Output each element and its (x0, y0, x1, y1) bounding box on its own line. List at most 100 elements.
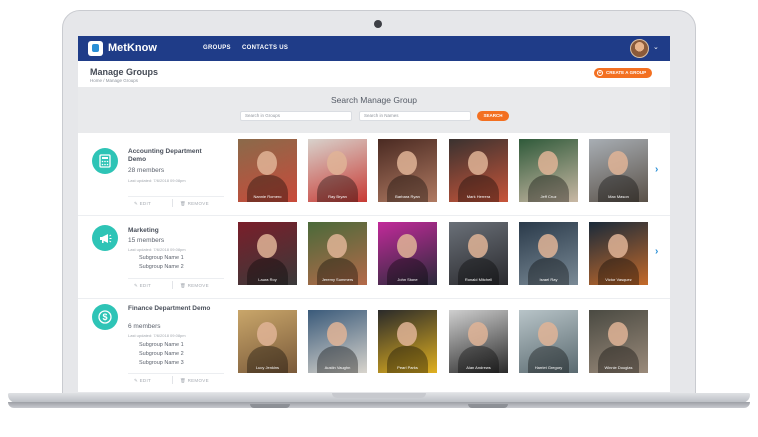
member-name: Laura Roy (258, 277, 277, 282)
remove-button[interactable]: 🗑 REMOVE (180, 283, 209, 289)
person-silhouette (327, 234, 347, 258)
member-name: Pearl Parks (397, 365, 418, 370)
subgroup-item[interactable]: Subgroup Name 3 (139, 359, 184, 368)
person-silhouette (327, 322, 347, 346)
person-silhouette (397, 151, 417, 175)
edit-label: EDIT (139, 378, 152, 383)
last-updated: Last updated: 7/6/2018 09:08pm (128, 333, 186, 338)
member-photo-card[interactable]: Mark Herrera (449, 139, 508, 202)
person-silhouette (327, 151, 347, 175)
person-silhouette (538, 151, 558, 175)
laptop-notch (332, 393, 426, 398)
member-photo-card[interactable]: Ray Bryan (308, 139, 367, 202)
group-name[interactable]: Accounting Department Demo (128, 148, 220, 164)
member-photo-card[interactable]: Alan Andrews (449, 310, 508, 373)
remove-button[interactable]: 🗑 REMOVE (180, 378, 209, 384)
edit-button[interactable]: ✎ EDIT (134, 283, 151, 289)
person-silhouette (468, 322, 488, 346)
person-silhouette (468, 234, 488, 258)
member-name: Alan Andrews (466, 365, 491, 370)
subgroup-item[interactable]: Subgroup Name 1 (139, 341, 184, 350)
search-button[interactable]: SEARCH (477, 111, 509, 121)
subgroup-item[interactable]: Subgroup Name 1 (139, 254, 184, 263)
member-photo-card[interactable]: Austin Vaughn (308, 310, 367, 373)
remove-button[interactable]: 🗑 REMOVE (180, 201, 209, 207)
brand-name[interactable]: MetKnow (108, 42, 157, 54)
app-screen: MetKnow GROUPS CONTACTS US ⌄ Manage Grou… (78, 36, 670, 392)
member-photo-card[interactable]: Winnie Douglas (589, 310, 648, 373)
member-photo-card[interactable]: Barbara Ryan (378, 139, 437, 202)
member-name: Austin Vaughn (324, 365, 351, 370)
calculator-icon (92, 148, 118, 174)
edit-button[interactable]: ✎ EDIT (134, 378, 151, 384)
divider (78, 215, 670, 216)
member-photo-card[interactable]: Laura Roy (238, 222, 297, 285)
laptop-foot (250, 404, 290, 408)
member-count: 15 members (128, 237, 165, 244)
search-groups-input[interactable]: Search in Groups (240, 111, 352, 121)
last-updated: Last updated: 7/6/2018 09:08pm (128, 247, 186, 252)
remove-label: REMOVE (187, 378, 209, 383)
search-names-input[interactable]: Search in Names (359, 111, 471, 121)
member-photo-card[interactable]: Lucy Jenkins (238, 310, 297, 373)
person-silhouette (397, 234, 417, 258)
divider (172, 376, 173, 384)
create-group-label: CREATE A GROUP (606, 70, 647, 75)
subgroup-item[interactable]: Subgroup Name 2 (139, 263, 184, 272)
chevron-right-icon[interactable]: › (655, 246, 658, 257)
search-title: Search Manage Group (331, 95, 417, 105)
member-photo-card[interactable]: Nannie Romero (238, 139, 297, 202)
member-photo-card[interactable]: Pearl Parks (378, 310, 437, 373)
member-photo-card[interactable]: Jeff Cruz (519, 139, 578, 202)
webcam (374, 20, 382, 28)
member-photo-card[interactable]: Jeremy Summers (308, 222, 367, 285)
top-navbar: MetKnow GROUPS CONTACTS US ⌄ (78, 36, 670, 61)
edit-button[interactable]: ✎ EDIT (134, 201, 151, 207)
person-silhouette (608, 151, 628, 175)
person-silhouette (608, 234, 628, 258)
member-photo-card[interactable]: Harriet Gregory (519, 310, 578, 373)
edit-label: EDIT (139, 201, 152, 206)
person-silhouette (257, 151, 277, 175)
member-photo-card[interactable]: Victor Vasquez (589, 222, 648, 285)
member-photo-card[interactable]: John Stone (378, 222, 437, 285)
divider (78, 298, 670, 299)
user-avatar[interactable] (630, 39, 649, 58)
group-actions: ✎ EDIT 🗑 REMOVE (128, 278, 224, 290)
remove-label: REMOVE (187, 283, 209, 288)
member-name: Harriet Gregory (534, 365, 563, 370)
member-name: Jeremy Summers (321, 277, 354, 282)
divider (172, 199, 173, 207)
breadcrumb[interactable]: Home / Manage Groups (90, 78, 138, 83)
page-title: Manage Groups (90, 67, 159, 77)
member-name: Winnie Douglas (604, 365, 633, 370)
person-silhouette (397, 322, 417, 346)
person-silhouette (538, 234, 558, 258)
subgroup-item[interactable]: Subgroup Name 2 (139, 350, 184, 359)
group-name[interactable]: Finance Department Demo (128, 305, 220, 313)
dollar-icon: $ (92, 304, 118, 330)
group-name[interactable]: Marketing (128, 227, 220, 235)
nav-groups[interactable]: GROUPS (203, 45, 231, 51)
last-updated: Last updated: 7/6/2018 09:08pm (128, 178, 186, 183)
chevron-down-icon[interactable]: ⌄ (653, 43, 659, 51)
plus-icon: + (597, 70, 603, 76)
member-name: Israel Ray (539, 277, 558, 282)
nav-contacts-us[interactable]: CONTACTS US (242, 45, 288, 51)
logo-icon[interactable] (88, 41, 103, 56)
laptop-mockup: MetKnow GROUPS CONTACTS US ⌄ Manage Grou… (0, 0, 758, 437)
member-photo-card[interactable]: Israel Ray (519, 222, 578, 285)
megaphone-icon (92, 225, 118, 251)
chevron-right-icon[interactable]: › (655, 164, 658, 175)
member-name: Max Mason (608, 194, 629, 199)
member-photo-card[interactable]: Ronald Mitchell (449, 222, 508, 285)
member-photo-card[interactable]: Max Mason (589, 139, 648, 202)
person-silhouette (538, 322, 558, 346)
laptop-base-edge (8, 402, 750, 408)
create-group-button[interactable]: + CREATE A GROUP (594, 68, 653, 78)
member-name: Ray Bryan (328, 194, 347, 199)
person-silhouette (257, 234, 277, 258)
member-name: Jeff Cruz (540, 194, 557, 199)
person-silhouette (257, 322, 277, 346)
member-name: Lucy Jenkins (255, 365, 280, 370)
